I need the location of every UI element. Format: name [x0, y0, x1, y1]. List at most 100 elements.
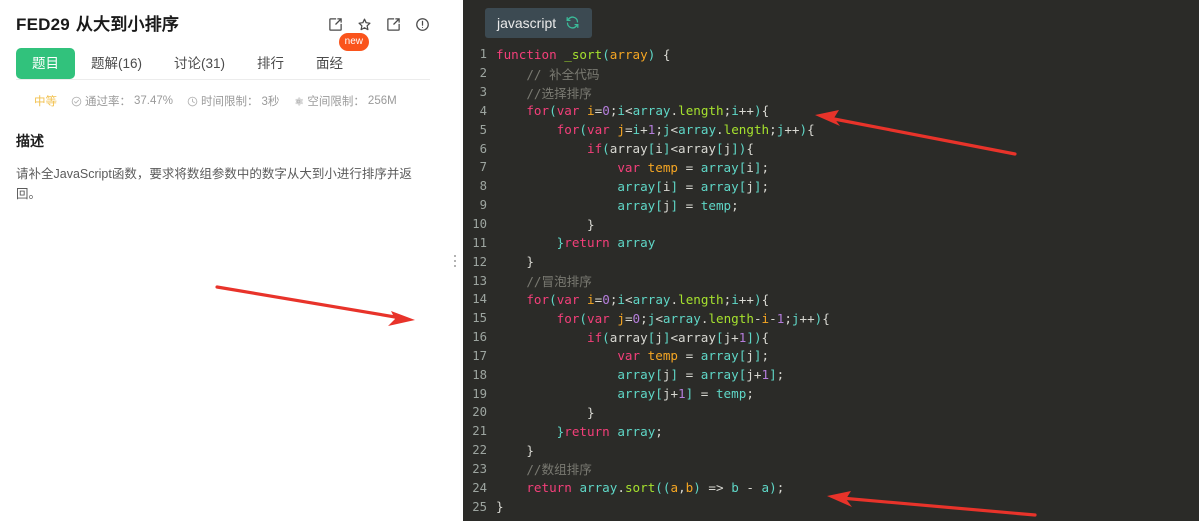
tab-wrap-4: 面经 new — [300, 33, 370, 79]
code-line: 25} — [463, 497, 1199, 516]
space-limit-value: 256M — [367, 95, 397, 107]
tab-interview[interactable]: 面经 — [300, 48, 359, 79]
code-text: // 补全代码 — [496, 66, 600, 82]
tab-discussion[interactable]: 讨论(31) — [158, 48, 241, 79]
code-line: 24 return array.sort((a,b) => b - a); — [463, 478, 1199, 497]
line-number: 13 — [472, 273, 487, 288]
code-line: 11 }return array — [463, 233, 1199, 252]
share-icon[interactable] — [386, 17, 401, 32]
time-limit-item: 时间限制： 3秒 — [187, 93, 279, 109]
code-text: array[j+1] = temp; — [617, 386, 754, 402]
header-actions — [328, 14, 430, 32]
code-line: 17 var temp = array[j]; — [463, 347, 1199, 366]
code-line: 14 for(var i=0;i<array.length;i++){ — [463, 290, 1199, 309]
code-text: } — [496, 404, 595, 420]
code-line: 10 } — [463, 215, 1199, 234]
code-line: 7 var temp = array[i]; — [463, 158, 1199, 177]
line-number: 8 — [479, 179, 487, 194]
code-text: array[j] = temp; — [617, 197, 739, 213]
problem-header: FED29 从大到小排序 题目 题解(16) 讨论(31) 排行 面经 new … — [0, 0, 446, 109]
line-number: 24 — [472, 480, 487, 495]
description-text: 请补全JavaScript函数，要求将数组参数中的数字从大到小进行排序并返回。 — [16, 167, 412, 201]
info-icon[interactable] — [415, 17, 430, 32]
code-line: 22 } — [463, 441, 1199, 460]
code-line: 13 //冒泡排序 — [463, 271, 1199, 290]
line-number: 15 — [472, 311, 487, 326]
language-selector[interactable]: javascript — [485, 7, 593, 38]
code-line: 19 array[j+1] = temp; — [463, 384, 1199, 403]
code-text: } — [496, 442, 534, 458]
code-line: 5 for(var j=i+1;j<array.length;j++){ — [463, 120, 1199, 139]
code-text: var temp = array[j]; — [617, 348, 770, 364]
arrow-left-panel — [215, 283, 425, 333]
line-number: 22 — [472, 443, 487, 458]
code-text: if(array[j]<array[j+1]){ — [587, 329, 770, 345]
description-block: 描述 请补全JavaScript函数，要求将数组参数中的数字从大到小进行排序并返… — [0, 131, 446, 204]
code-text: } — [496, 216, 595, 232]
line-number: 20 — [472, 405, 487, 420]
code-text: for(var j=0;j<array.length-i-1;j++){ — [556, 310, 830, 326]
pass-rate-item: 通过率： 37.47% — [71, 93, 173, 109]
code-line: 21 }return array; — [463, 422, 1199, 441]
line-number: 12 — [472, 254, 487, 269]
line-number: 16 — [472, 330, 487, 345]
code-text: if(array[i]<array[j]){ — [587, 141, 754, 157]
code-line: 12 } — [463, 252, 1199, 271]
line-number: 11 — [472, 235, 487, 250]
code-text: //数组排序 — [496, 462, 592, 478]
line-number: 19 — [472, 386, 487, 401]
title-row: FED29 从大到小排序 — [16, 14, 430, 36]
code-line: 8 array[i] = array[j]; — [463, 177, 1199, 196]
problem-code: FED29 — [16, 15, 70, 34]
code-line: 4 for(var i=0;i<array.length;i++){ — [463, 102, 1199, 121]
code-line: 9 array[j] = temp; — [463, 196, 1199, 215]
line-number: 6 — [479, 141, 487, 156]
line-number: 7 — [479, 160, 487, 175]
code-line: 20 } — [463, 403, 1199, 422]
line-number: 2 — [479, 66, 487, 81]
code-line: 15 for(var j=0;j<array.length-i-1;j++){ — [463, 309, 1199, 328]
line-number: 5 — [479, 122, 487, 137]
tab-wrap-3: 排行 — [241, 48, 300, 79]
code-text: for(var i=0;i<array.length;i++){ — [526, 103, 770, 119]
line-number: 21 — [472, 424, 487, 439]
check-circle-icon — [71, 96, 82, 106]
difficulty-badge: 中等 — [34, 96, 57, 108]
panel-splitter[interactable] — [446, 0, 463, 521]
code-text: function _sort(array) { — [496, 46, 671, 62]
page-title: FED29 从大到小排序 — [16, 14, 179, 36]
tab-problem[interactable]: 题目 — [16, 48, 75, 79]
line-number: 17 — [472, 348, 487, 363]
code-line: 18 array[j] = array[j+1]; — [463, 365, 1199, 384]
refresh-icon[interactable] — [565, 15, 580, 30]
star-icon[interactable] — [357, 17, 372, 32]
time-limit-label: 时间限制： — [201, 96, 259, 108]
problem-workspace: FED29 从大到小排序 题目 题解(16) 讨论(31) 排行 面经 new … — [0, 0, 1199, 521]
line-number: 9 — [479, 198, 487, 213]
code-text: //选择排序 — [496, 85, 592, 101]
problem-name: 从大到小排序 — [75, 15, 180, 34]
time-limit-value: 3秒 — [261, 96, 280, 108]
code-line: 1 function _sort(array) { — [463, 45, 1199, 64]
line-number: 18 — [472, 367, 487, 382]
code-line: 16 if(array[j]<array[j+1]){ — [463, 328, 1199, 347]
tab-wrap-2: 讨论(31) — [158, 48, 241, 79]
edit-icon[interactable] — [328, 17, 343, 32]
problem-meta: 中等 通过率： 37.47% 时间限制： 3秒 空间限制： 256M — [16, 93, 430, 109]
clock-icon — [187, 96, 198, 106]
editor-toolbar: javascript — [463, 0, 1199, 45]
code-text: for(var i=0;i<array.length;i++){ — [526, 291, 770, 307]
language-label: javascript — [497, 14, 557, 31]
problem-tabs: 题目 题解(16) 讨论(31) 排行 面经 new — [16, 33, 430, 80]
code-content[interactable]: 1 function _sort(array) {2 // 补全代码 3 //选择排… — [463, 45, 1199, 516]
pass-rate-label: 通过率： — [85, 96, 131, 108]
tab-solutions[interactable]: 题解(16) — [75, 48, 158, 79]
code-line: 2 // 补全代码 — [463, 64, 1199, 83]
description-heading: 描述 — [16, 133, 44, 149]
tab-ranking[interactable]: 排行 — [241, 48, 300, 79]
line-number: 4 — [479, 103, 487, 118]
code-text: } — [496, 254, 534, 270]
code-line: 23 //数组排序 — [463, 460, 1199, 479]
code-line: 6 if(array[i]<array[j]){ — [463, 139, 1199, 158]
tab-wrap-0: 题目 — [16, 48, 75, 79]
